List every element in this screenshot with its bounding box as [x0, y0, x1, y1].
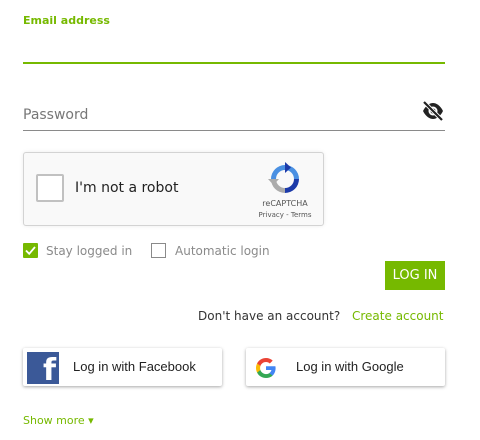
google-login-button[interactable]: Log in with Google [246, 348, 445, 386]
recaptcha-checkbox[interactable] [36, 174, 64, 202]
automatic-login-checkbox[interactable] [151, 243, 166, 258]
create-account-link[interactable]: Create account [352, 309, 444, 323]
checkmark-icon [25, 246, 36, 256]
recaptcha-logo-icon [268, 162, 302, 196]
recaptcha-label: I'm not a robot [75, 180, 179, 196]
google-login-label: Log in with Google [296, 359, 404, 374]
facebook-icon: f [27, 352, 59, 388]
recaptcha-brand: reCAPTCHA [262, 199, 308, 208]
email-field[interactable] [23, 36, 445, 64]
show-more-link[interactable]: Show more ▾ [23, 414, 94, 427]
login-button[interactable]: LOG IN [385, 261, 445, 290]
password-field[interactable] [23, 100, 419, 131]
stay-logged-in-label[interactable]: Stay logged in [46, 244, 132, 258]
recaptcha-widget: I'm not a robot reCAPTCHA Privacy - Term… [23, 152, 324, 226]
automatic-login-label[interactable]: Automatic login [175, 244, 270, 258]
eye-off-icon[interactable] [421, 100, 445, 122]
email-label: Email address [23, 14, 110, 27]
stay-logged-in-checkbox[interactable] [23, 243, 38, 258]
facebook-login-button[interactable]: f Log in with Facebook [23, 348, 222, 388]
google-icon [256, 358, 276, 378]
facebook-login-label: Log in with Facebook [73, 359, 196, 374]
password-underline [419, 130, 445, 131]
account-prompt: Don't have an account? [198, 309, 341, 323]
recaptcha-privacy-terms[interactable]: Privacy - Terms [246, 211, 324, 219]
